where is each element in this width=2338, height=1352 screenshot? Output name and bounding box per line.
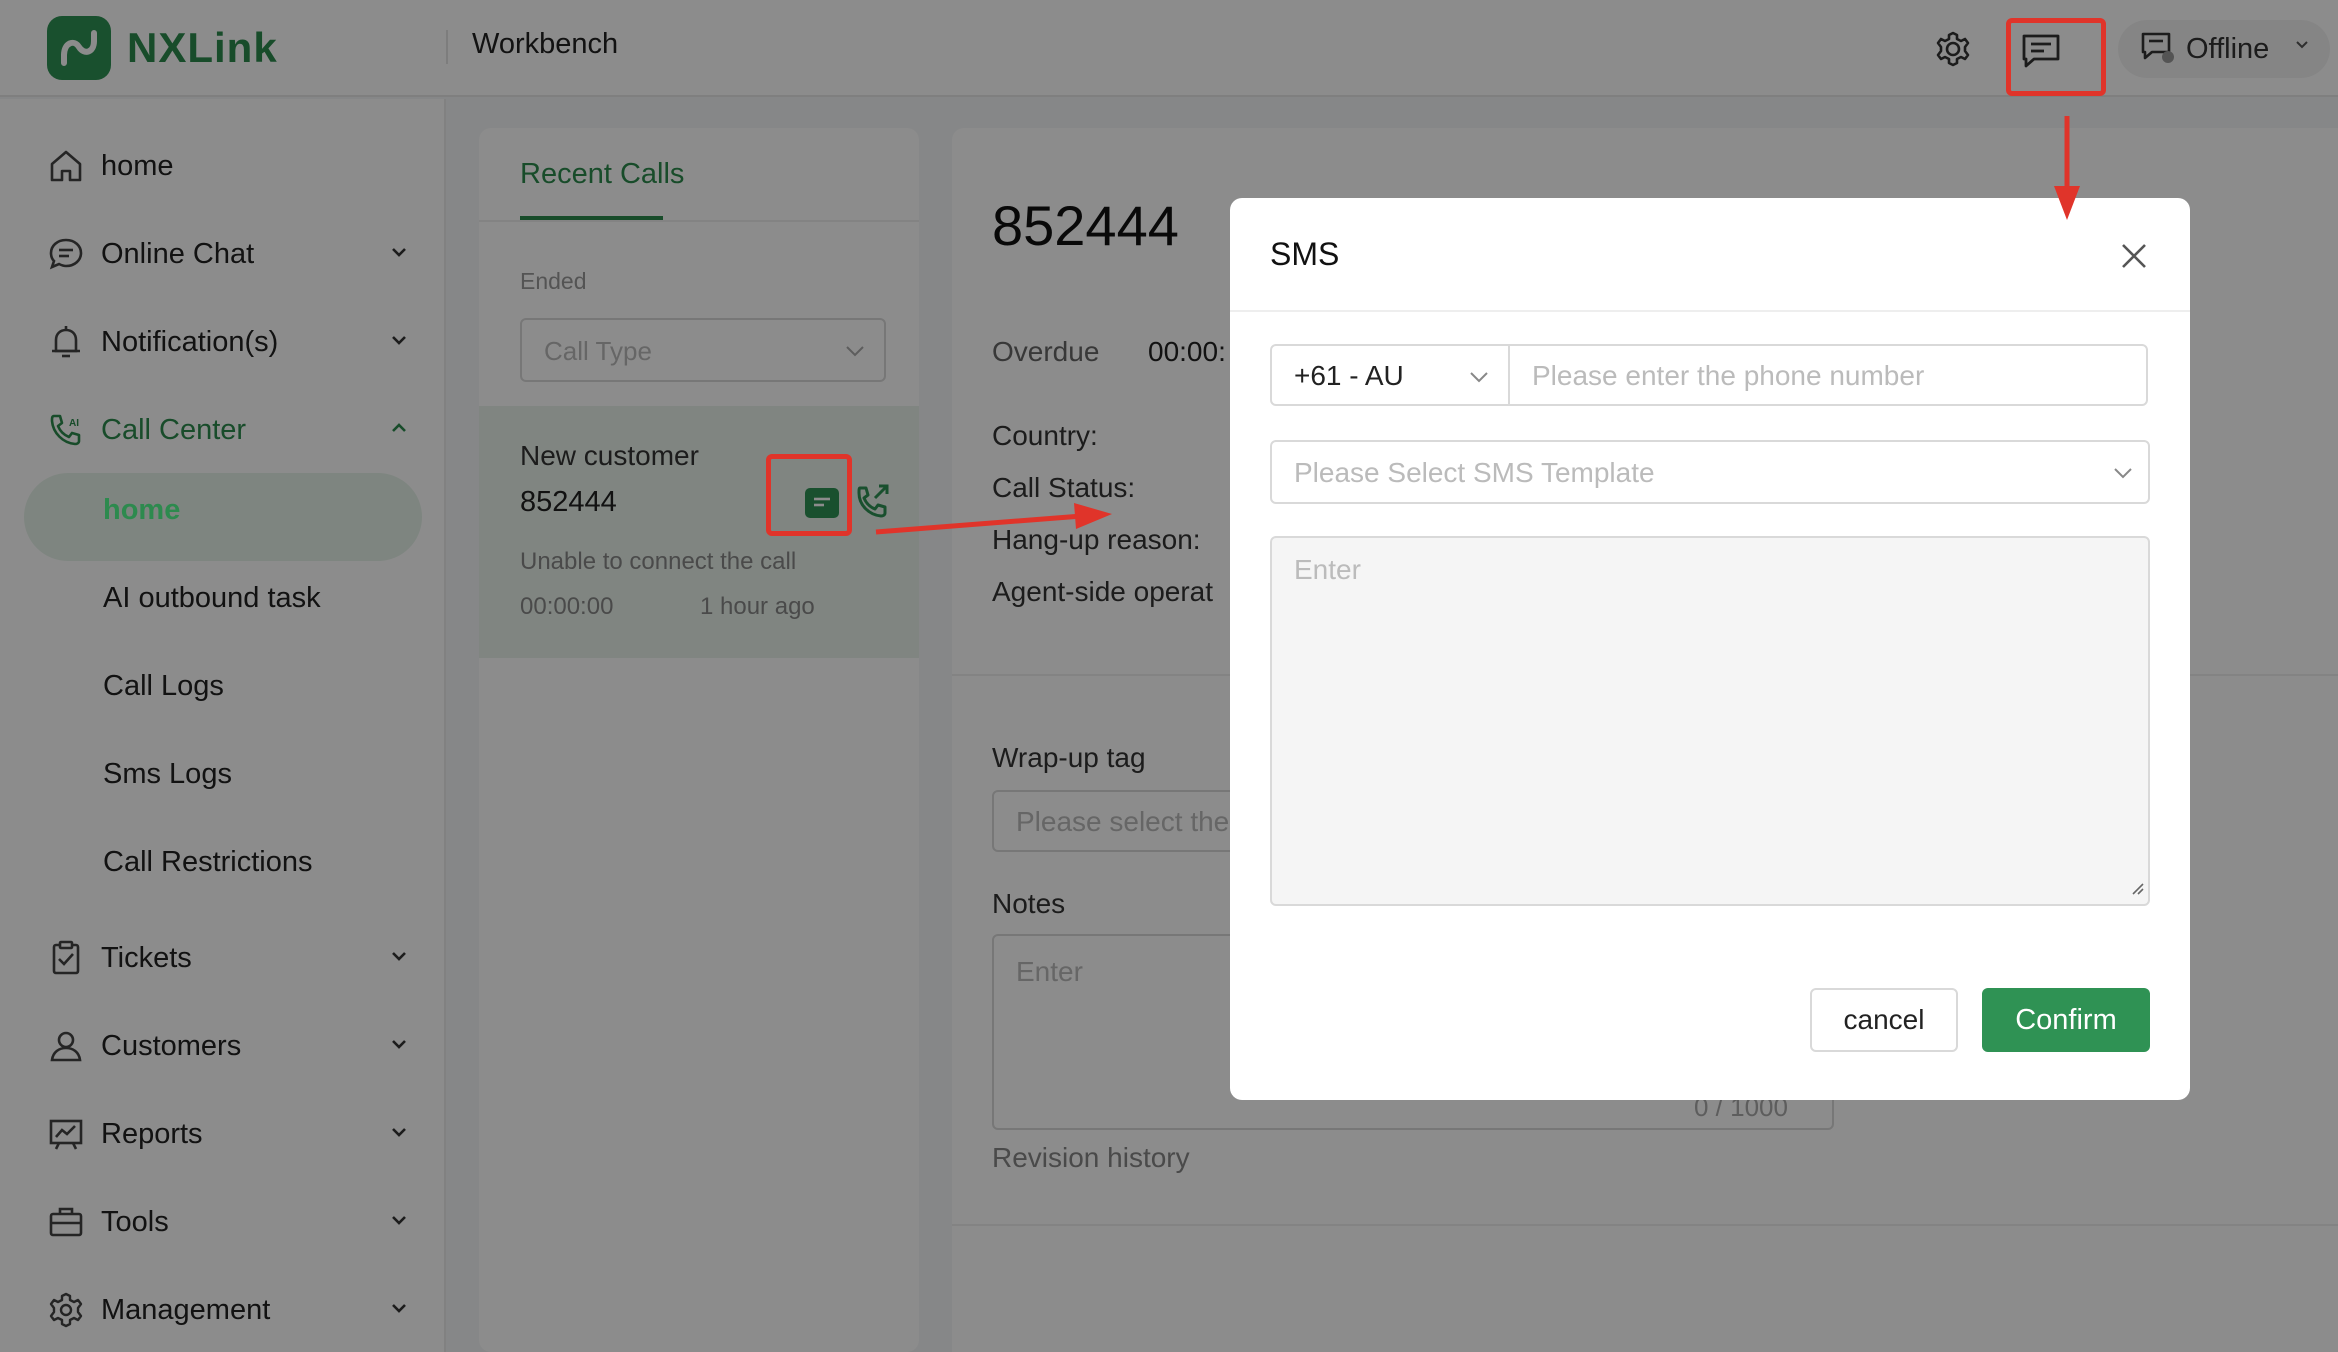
chevron-down-icon — [1468, 366, 1490, 393]
dialog-title: SMS — [1270, 236, 1340, 272]
chevron-down-icon — [2112, 462, 2134, 489]
highlight-box-card-sms — [766, 454, 852, 536]
close-icon[interactable] — [2116, 238, 2152, 274]
resize-grip-icon[interactable] — [2128, 879, 2144, 900]
highlight-box-top-message — [2006, 18, 2106, 96]
cancel-button[interactable]: cancel — [1810, 988, 1958, 1052]
confirm-button[interactable]: Confirm — [1982, 988, 2150, 1052]
sms-message-textarea[interactable]: Enter — [1270, 536, 2150, 906]
phone-placeholder: Please enter the phone number — [1532, 360, 1925, 391]
sms-template-select[interactable]: Please Select SMS Template — [1270, 440, 2150, 504]
country-code-select[interactable]: +61 - AU — [1270, 344, 1510, 406]
sms-dialog: SMS +61 - AU Please enter the phone numb… — [1230, 198, 2190, 1100]
phone-number-input[interactable]: Please enter the phone number — [1508, 344, 2148, 406]
divider — [1230, 310, 2190, 312]
country-code-value: +61 - AU — [1294, 360, 1404, 391]
message-placeholder: Enter — [1294, 554, 1361, 585]
template-placeholder: Please Select SMS Template — [1294, 457, 1655, 488]
sidebar-sub-label: home — [103, 493, 181, 526]
